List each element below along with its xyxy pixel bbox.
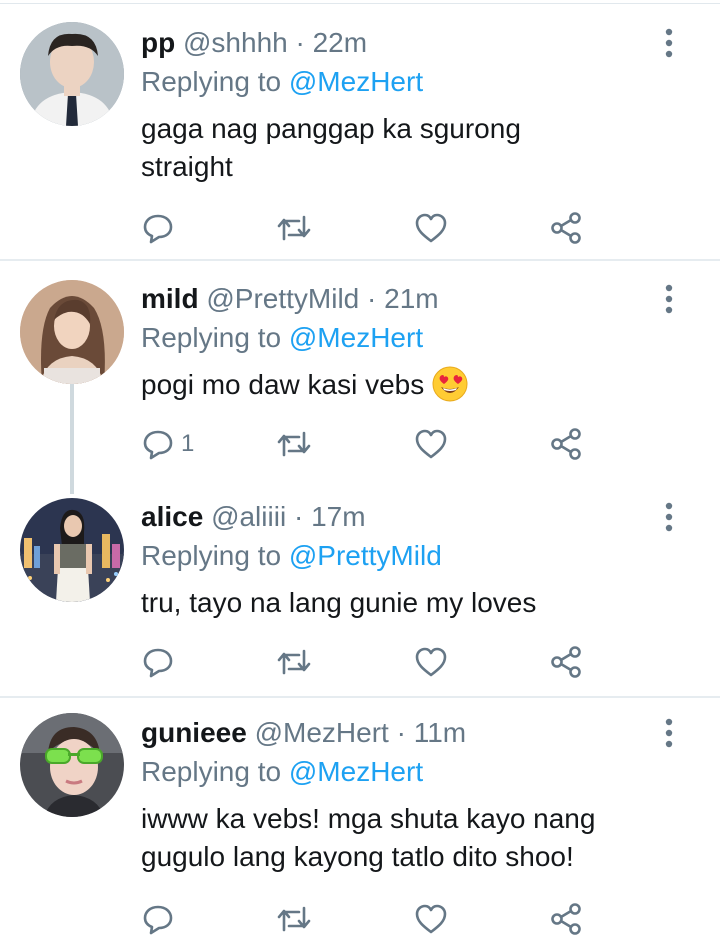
- user-handle[interactable]: @aliiii: [211, 501, 286, 532]
- user-handle[interactable]: @PrettyMild: [206, 283, 359, 314]
- display-name[interactable]: pp: [141, 27, 175, 58]
- reply-icon: [141, 211, 175, 245]
- more-options-icon[interactable]: [664, 502, 674, 537]
- tweet-text-line: iwww ka vebs! mga shuta kayo nang: [141, 803, 596, 834]
- tweet-header: pp @shhhh · 22m: [141, 26, 660, 60]
- share-icon: [549, 645, 583, 679]
- share-icon: [549, 427, 583, 461]
- share-button[interactable]: [549, 642, 583, 682]
- reply-button[interactable]: 1: [141, 424, 194, 464]
- separator-dot: ·: [293, 501, 304, 532]
- like-button[interactable]: [413, 899, 449, 939]
- reply-count: 1: [181, 430, 195, 457]
- replying-to-mention[interactable]: @MezHert: [289, 322, 423, 353]
- tweet-actions: [141, 208, 601, 248]
- avatar[interactable]: [20, 713, 124, 817]
- replying-to-label: Replying to: [141, 66, 282, 97]
- reply-button[interactable]: [141, 899, 181, 939]
- retweet-icon: [275, 645, 313, 679]
- like-button[interactable]: [413, 642, 449, 682]
- like-button[interactable]: [413, 424, 449, 464]
- tweet-actions: 1: [141, 424, 601, 464]
- tweet-actions: [141, 642, 601, 682]
- retweet-button[interactable]: [275, 642, 313, 682]
- like-button[interactable]: [413, 208, 449, 248]
- display-name[interactable]: gunieee: [141, 717, 247, 748]
- like-icon: [413, 211, 449, 245]
- tweet-actions: [141, 899, 601, 939]
- share-icon: [549, 211, 583, 245]
- tweet-text-line: tru, tayo na lang gunie my loves: [141, 587, 537, 618]
- retweet-button[interactable]: [275, 899, 313, 939]
- retweet-icon: [275, 902, 313, 936]
- like-icon: [413, 902, 449, 936]
- avatar[interactable]: [20, 280, 124, 384]
- tweet-reply[interactable]: alice @aliiii · 17m Replying to @PrettyM…: [0, 480, 720, 695]
- tweet-text-line: straight: [141, 151, 233, 182]
- tweet-reply[interactable]: gunieee @MezHert · 11m Replying to @MezH…: [0, 699, 720, 951]
- avatar[interactable]: [20, 22, 124, 126]
- timestamp[interactable]: 11m: [414, 717, 466, 748]
- timestamp[interactable]: 21m: [384, 283, 438, 314]
- replying-to: Replying to @MezHert: [141, 754, 660, 790]
- tweet-header: gunieee @MezHert · 11m: [141, 716, 660, 750]
- replying-to-mention[interactable]: @PrettyMild: [289, 540, 442, 571]
- retweet-button[interactable]: [275, 208, 313, 248]
- tweet-text-line: gugulo lang kayong tatlo dito shoo!: [141, 841, 574, 872]
- retweet-icon: [275, 211, 313, 245]
- share-button[interactable]: [549, 899, 583, 939]
- heart-eyes-emoji: [432, 366, 468, 412]
- reply-button[interactable]: [141, 208, 181, 248]
- tweet-header: alice @aliiii · 17m: [141, 500, 660, 534]
- reply-icon: [141, 902, 175, 936]
- display-name[interactable]: alice: [141, 501, 203, 532]
- share-button[interactable]: [549, 208, 583, 248]
- tweet-text-line: pogi mo daw kasi vebs: [141, 369, 425, 400]
- tweet-text: gaga nag panggap ka sgurong straight: [141, 110, 660, 186]
- replying-to: Replying to @MezHert: [141, 320, 660, 356]
- tweet-header: mild @PrettyMild · 21m: [141, 282, 660, 316]
- tweet-text: tru, tayo na lang gunie my loves: [141, 584, 660, 622]
- separator-dot: ·: [396, 717, 406, 748]
- timestamp[interactable]: 22m: [313, 27, 367, 58]
- replying-to: Replying to @MezHert: [141, 64, 660, 100]
- replying-to-label: Replying to: [141, 322, 282, 353]
- replying-to-label: Replying to: [141, 540, 282, 571]
- replying-to-mention[interactable]: @MezHert: [289, 756, 423, 787]
- display-name[interactable]: mild: [141, 283, 199, 314]
- share-button[interactable]: [549, 424, 583, 464]
- more-options-icon[interactable]: [664, 718, 674, 753]
- tweet-text: pogi mo daw kasi vebs: [141, 366, 660, 412]
- user-handle[interactable]: @shhhh: [183, 27, 288, 58]
- user-handle[interactable]: @MezHert: [255, 717, 389, 748]
- replying-to: Replying to @PrettyMild: [141, 538, 660, 574]
- share-icon: [549, 902, 583, 936]
- reply-button[interactable]: [141, 642, 181, 682]
- like-icon: [413, 645, 449, 679]
- timestamp[interactable]: 17m: [311, 501, 365, 532]
- reply-icon: [141, 645, 175, 679]
- replying-to-mention[interactable]: @MezHert: [289, 66, 423, 97]
- separator-dot: ·: [367, 283, 377, 314]
- reply-icon: [141, 427, 175, 461]
- tweet-text-line: gaga nag panggap ka sgurong: [141, 113, 521, 144]
- tweet-divider: [0, 259, 720, 261]
- avatar[interactable]: [20, 498, 124, 602]
- more-options-icon[interactable]: [664, 28, 674, 63]
- tweet-reply[interactable]: mild @PrettyMild · 21m Replying to @MezH…: [0, 262, 720, 477]
- tweet-reply[interactable]: pp @shhhh · 22m Replying to @MezHert gag…: [0, 0, 720, 258]
- separator-dot: ·: [295, 27, 305, 58]
- tweet-text: iwww ka vebs! mga shuta kayo nang gugulo…: [141, 800, 660, 876]
- retweet-button[interactable]: [275, 424, 313, 464]
- replying-to-label: Replying to: [141, 756, 282, 787]
- tweet-divider: [0, 696, 720, 698]
- more-options-icon[interactable]: [664, 284, 674, 319]
- like-icon: [413, 427, 449, 461]
- retweet-icon: [275, 427, 313, 461]
